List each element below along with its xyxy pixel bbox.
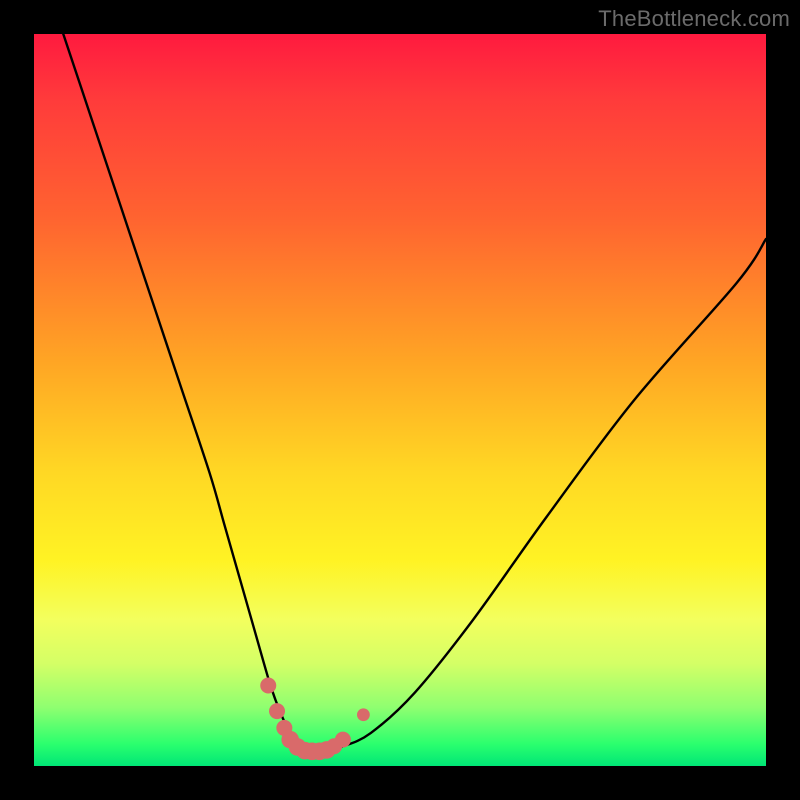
valley-marker: [335, 732, 351, 748]
plot-area: [34, 34, 766, 766]
chart-svg: [34, 34, 766, 766]
valley-markers: [260, 677, 370, 760]
valley-marker: [269, 703, 285, 719]
watermark-text: TheBottleneck.com: [598, 6, 790, 32]
valley-marker: [260, 677, 276, 693]
valley-marker: [357, 708, 370, 721]
chart-frame: TheBottleneck.com: [0, 0, 800, 800]
bottleneck-curve: [63, 34, 766, 752]
